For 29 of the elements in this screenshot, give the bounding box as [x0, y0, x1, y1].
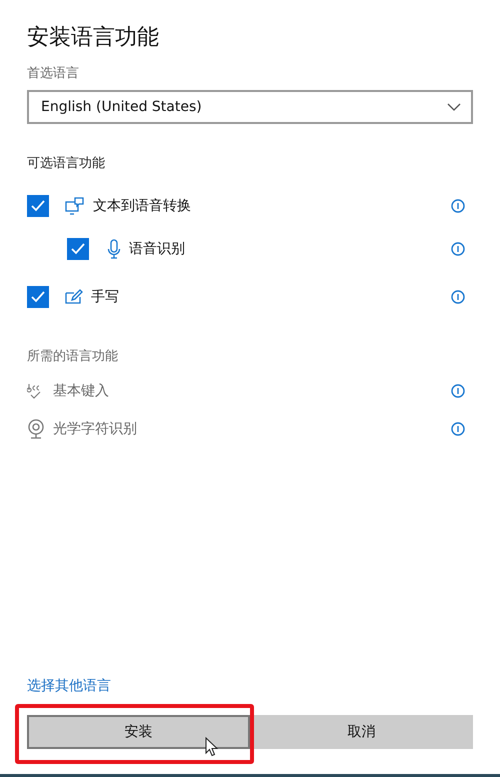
check-icon [30, 289, 46, 305]
dialog-button[interactable]: 安装 [27, 715, 250, 749]
info-icon[interactable] [451, 242, 465, 256]
chevron-down-icon [447, 103, 461, 111]
info-icon[interactable] [451, 384, 465, 398]
check-icon [70, 241, 86, 257]
feature-label: 基本键入 [53, 382, 110, 400]
microphone-icon [107, 239, 121, 259]
section-heading: 可选语言功能 [27, 155, 106, 172]
check-icon [30, 198, 46, 214]
dialog-title: 安装语言功能 [27, 24, 160, 52]
info-icon[interactable] [451, 199, 465, 213]
webcam-icon [27, 419, 45, 439]
language-dropdown[interactable]: English (United States) [27, 90, 473, 124]
info-icon[interactable] [451, 422, 465, 436]
checkbox[interactable] [67, 238, 89, 260]
feature-label: 语音识别 [129, 240, 186, 258]
field-label: 首选语言 [27, 65, 80, 82]
monitor-chat-icon [65, 197, 85, 215]
checkbox[interactable] [27, 286, 49, 308]
feature-label: 文本到语音转换 [93, 197, 192, 215]
info-icon[interactable] [451, 290, 465, 304]
feature-label: 光学字符识别 [53, 420, 138, 438]
other-language-link[interactable]: 选择其他语言 [27, 678, 111, 694]
pen-icon [65, 289, 83, 305]
feature-label: 手写 [91, 288, 120, 306]
pointer-cursor-icon [205, 737, 219, 757]
section-heading: 所需的语言功能 [27, 348, 119, 365]
checkbox[interactable] [27, 195, 49, 217]
